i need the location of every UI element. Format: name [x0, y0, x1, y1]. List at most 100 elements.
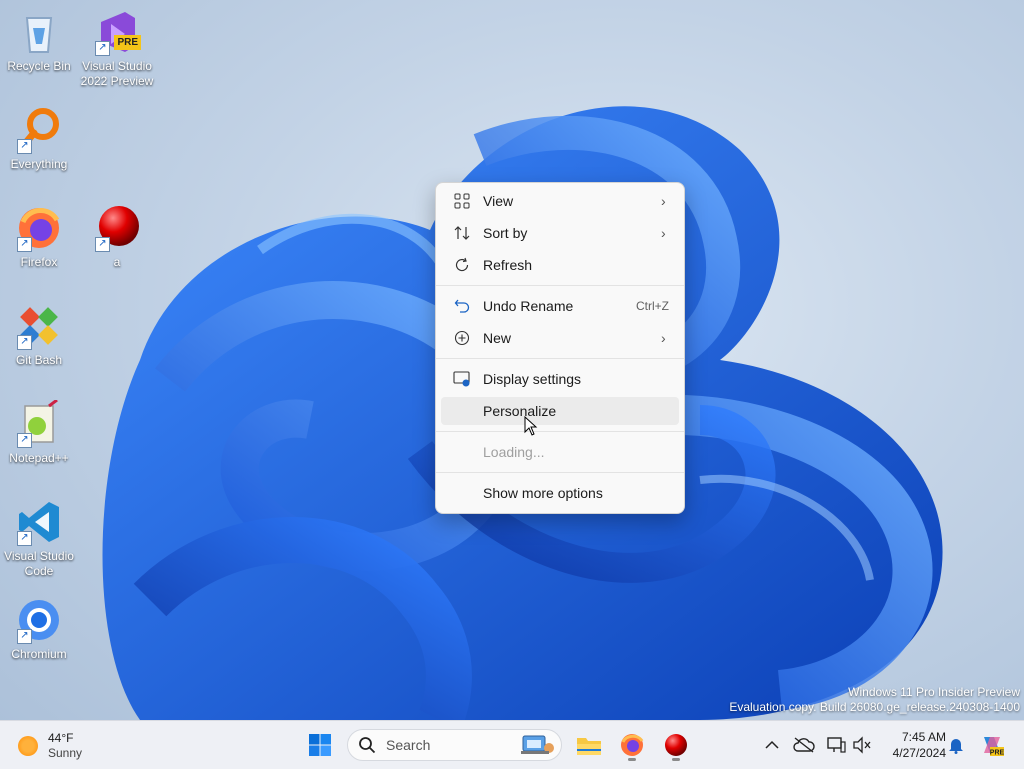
menu-item-label: Display settings — [483, 371, 582, 387]
shortcut-arrow-icon: ↗ — [17, 629, 32, 644]
desktop-icon-label: Git Bash — [15, 353, 63, 367]
copilot-icon: PRE — [984, 737, 1004, 757]
volume-muted-icon — [853, 736, 871, 754]
menu-item-sort-by[interactable]: Sort by › — [441, 219, 679, 247]
chevron-right-icon: › — [661, 225, 666, 241]
chevron-up-icon — [765, 740, 779, 749]
menu-item-personalize[interactable]: Personalize — [441, 397, 679, 425]
desktop-icon-label: Chromium — [11, 647, 67, 661]
menu-separator — [436, 472, 684, 473]
everything-search-icon: ↗ — [15, 106, 63, 154]
tray-volume[interactable] — [850, 733, 874, 757]
view-grid-icon — [441, 193, 483, 209]
taskbar: 44°F Sunny 7:45 AM 4/27/2024 — [0, 720, 1024, 769]
desktop-icon-label: Recycle Bin — [7, 59, 71, 73]
svg-text:PRE: PRE — [990, 750, 1004, 757]
menu-item-display-settings[interactable]: Display settings — [441, 365, 679, 393]
desktop-icon-git-bash[interactable]: ↗ Git Bash — [0, 302, 78, 368]
weather-temperature: 44°F — [48, 731, 74, 745]
desktop-icon-visual-studio[interactable]: PRE ↗ Visual Studio 2022 Preview — [78, 8, 156, 89]
taskbar-clock[interactable]: 7:45 AM 4/27/2024 — [880, 729, 946, 761]
menu-item-loading: Loading... — [441, 438, 679, 466]
undo-icon — [441, 298, 483, 314]
menu-item-refresh[interactable]: Refresh — [441, 251, 679, 279]
menu-item-undo-rename[interactable]: Undo Rename Ctrl+Z — [441, 292, 679, 320]
menu-item-shortcut: Ctrl+Z — [636, 299, 669, 313]
git-bash-icon: ↗ — [15, 302, 63, 350]
menu-item-label: Refresh — [483, 257, 533, 273]
network-icon — [827, 737, 846, 753]
shortcut-arrow-icon: ↗ — [17, 531, 32, 546]
shortcut-arrow-icon: ↗ — [95, 237, 110, 252]
red-ball-icon — [665, 734, 687, 756]
search-input[interactable] — [384, 736, 508, 754]
firefox-icon: ↗ — [15, 204, 63, 252]
menu-separator — [436, 358, 684, 359]
desktop-icon-label: Visual Studio 2022 Preview — [80, 59, 154, 88]
start-button[interactable] — [302, 727, 338, 763]
shortcut-arrow-icon: ↗ — [17, 237, 32, 252]
display-settings-icon — [441, 371, 483, 387]
evaluation-watermark: Windows 11 Pro Insider Preview Evaluatio… — [729, 685, 1020, 715]
copilot-button[interactable]: PRE — [980, 733, 1004, 757]
taskbar-red-ball-app[interactable] — [658, 727, 694, 763]
menu-item-label: Loading... — [483, 444, 545, 460]
vscode-icon: ↗ — [15, 498, 63, 546]
desktop-icon-a[interactable]: ↗ a — [78, 204, 156, 270]
search-highlight-icon — [521, 735, 554, 754]
shortcut-arrow-icon: ↗ — [17, 433, 32, 448]
mouse-cursor-icon — [524, 416, 538, 436]
notifications-button[interactable] — [944, 733, 968, 757]
taskbar-file-explorer[interactable] — [571, 727, 607, 763]
desktop-icon-recycle-bin[interactable]: Recycle Bin — [0, 8, 78, 74]
red-ball-icon: ↗ — [93, 204, 141, 252]
clock-time: 7:45 AM — [901, 730, 946, 744]
sun-icon — [18, 736, 38, 756]
menu-item-label: Personalize — [483, 403, 557, 419]
desktop-icon-label: Everything — [10, 157, 68, 171]
desktop-icon-notepad-plus-plus[interactable]: ↗ Notepad++ — [0, 398, 78, 466]
menu-item-label: New — [483, 330, 512, 346]
search-icon — [359, 737, 376, 754]
watermark-line-1: Windows 11 Pro Insider Preview — [848, 685, 1020, 699]
menu-separator — [436, 431, 684, 432]
file-explorer-icon — [577, 738, 601, 755]
desktop-icon-everything[interactable]: ↗ Everything — [0, 106, 78, 172]
shortcut-arrow-icon: ↗ — [95, 41, 110, 56]
desktop-icon-label: Notepad++ — [9, 451, 69, 465]
cloud-offline-icon — [793, 737, 815, 753]
desktop-icon-label: Visual Studio Code — [4, 549, 74, 578]
weather-widget[interactable]: 44°F Sunny — [18, 731, 82, 761]
menu-item-new[interactable]: New › — [441, 324, 679, 352]
desktop-icon-chromium[interactable]: ↗ Chromium — [0, 596, 78, 662]
weather-condition: Sunny — [48, 746, 83, 760]
preview-badge: PRE — [114, 35, 141, 50]
show-hidden-icons-button[interactable] — [760, 733, 784, 757]
menu-item-label: Undo Rename — [483, 298, 574, 314]
chevron-right-icon: › — [661, 193, 666, 209]
taskbar-firefox[interactable] — [614, 727, 650, 763]
bell-icon — [949, 739, 963, 754]
shortcut-arrow-icon: ↗ — [17, 335, 32, 350]
tray-onedrive[interactable] — [792, 733, 816, 757]
firefox-icon — [621, 734, 644, 756]
desktop-context-menu: View › Sort by › Refresh Undo Rename Ctr… — [435, 182, 685, 514]
visual-studio-icon: PRE ↗ — [93, 8, 141, 56]
desktop-icon-firefox[interactable]: ↗ Firefox — [0, 204, 78, 270]
menu-separator — [436, 285, 684, 286]
menu-item-view[interactable]: View › — [441, 187, 679, 215]
menu-item-label: View — [483, 193, 514, 209]
shortcut-arrow-icon: ↗ — [17, 139, 32, 154]
running-indicator — [672, 758, 680, 761]
menu-item-show-more-options[interactable]: Show more options — [441, 479, 679, 507]
menu-item-label: Sort by — [483, 225, 528, 241]
taskbar-search-box[interactable] — [347, 729, 562, 761]
chevron-right-icon: › — [661, 330, 666, 346]
tray-network[interactable] — [824, 733, 848, 757]
watermark-line-2: Evaluation copy. Build 26080.ge_release.… — [729, 700, 1020, 714]
chromium-icon: ↗ — [15, 596, 63, 644]
refresh-icon — [441, 257, 483, 273]
desktop-icon-vscode[interactable]: ↗ Visual Studio Code — [0, 498, 78, 579]
recycle-bin-icon — [15, 8, 63, 56]
notepad-plus-plus-icon: ↗ — [15, 398, 63, 448]
